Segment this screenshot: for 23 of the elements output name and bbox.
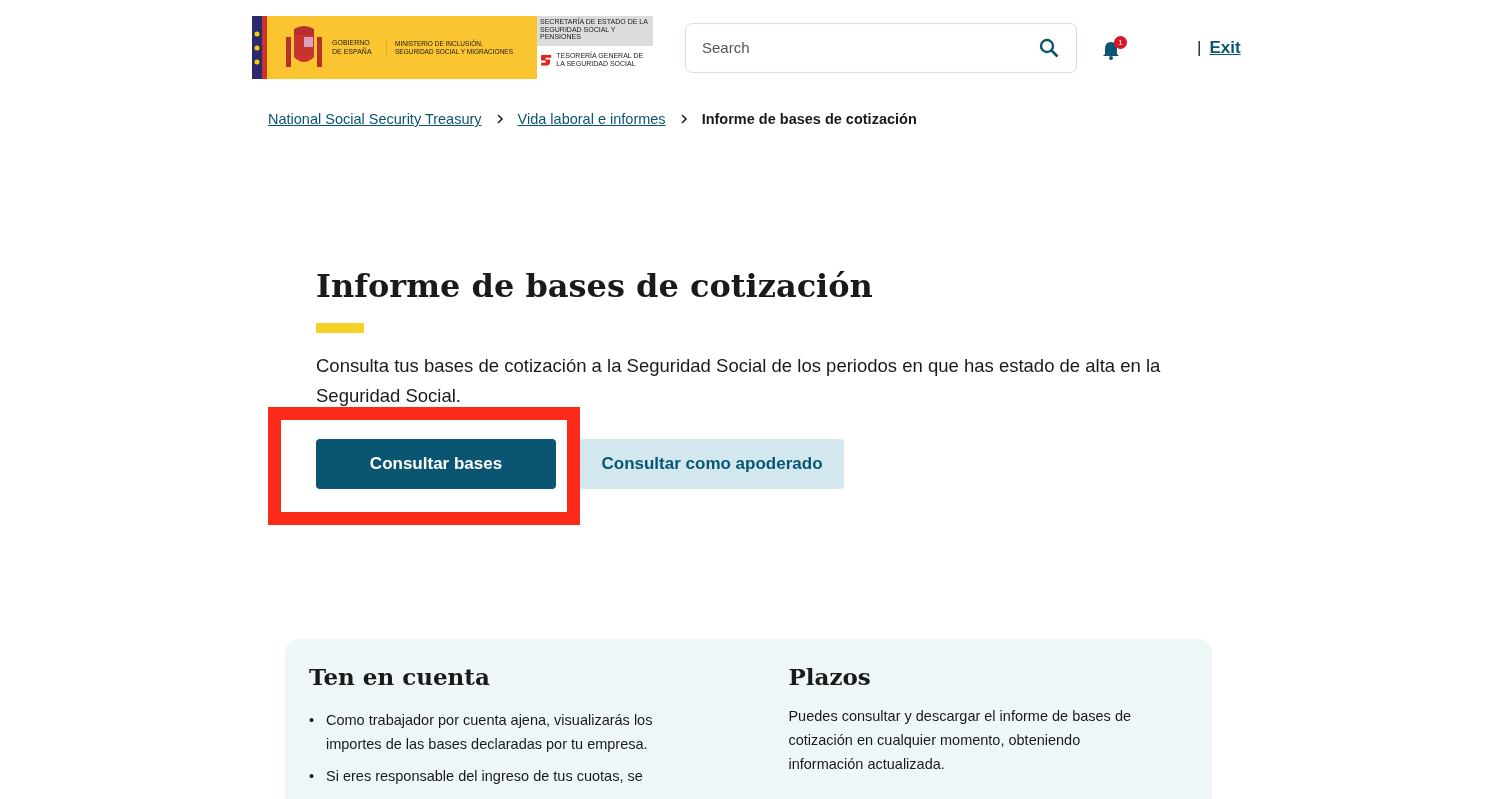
section-text: Puedes consultar y descargar el informe de bases de cotización en cualquier momento, obteniendo información actualizada. (788, 707, 1132, 774)
list-item: Como trabajador por cuenta ajena, visualizarás los importes de las bases declaradas por tu empresa. (326, 711, 654, 754)
breadcrumb-link[interactable]: National Social Security Treasury (268, 111, 482, 127)
section-title: Ten en cuenta (309, 663, 491, 690)
search-field[interactable]: Search (685, 22, 1077, 73)
search-icon[interactable] (1039, 37, 1059, 58)
section-title: Plazos (788, 663, 872, 690)
chevron-icon (679, 114, 688, 124)
action-button[interactable]: Consultar bases (316, 439, 556, 489)
breadcrumb-current: Informe de bases de cotización (701, 111, 917, 127)
page-title: Informe de bases de cotización (316, 267, 874, 305)
breadcrumb-link[interactable]: Vida laboral e informes (517, 111, 666, 127)
action-button[interactable]: Consultar como apoderado (580, 439, 844, 489)
title-accent (316, 323, 364, 333)
exit-link[interactable]: Exit (1209, 37, 1241, 58)
bell-icon[interactable] (1102, 39, 1120, 60)
list-item: Si eres responsable del ingreso de tus cuotas, se (326, 767, 643, 786)
page-description: Consulta tus bases de cotización a la Seguridad Social de los periodos en que has estado de alta en la Seguridad Social. (316, 354, 1162, 408)
bullet-text: • (309, 767, 316, 786)
bullet-text: • (309, 711, 316, 730)
chevron-icon (495, 114, 504, 124)
separator-text: | (1197, 37, 1202, 58)
notification-badge: 1 (1114, 35, 1127, 49)
